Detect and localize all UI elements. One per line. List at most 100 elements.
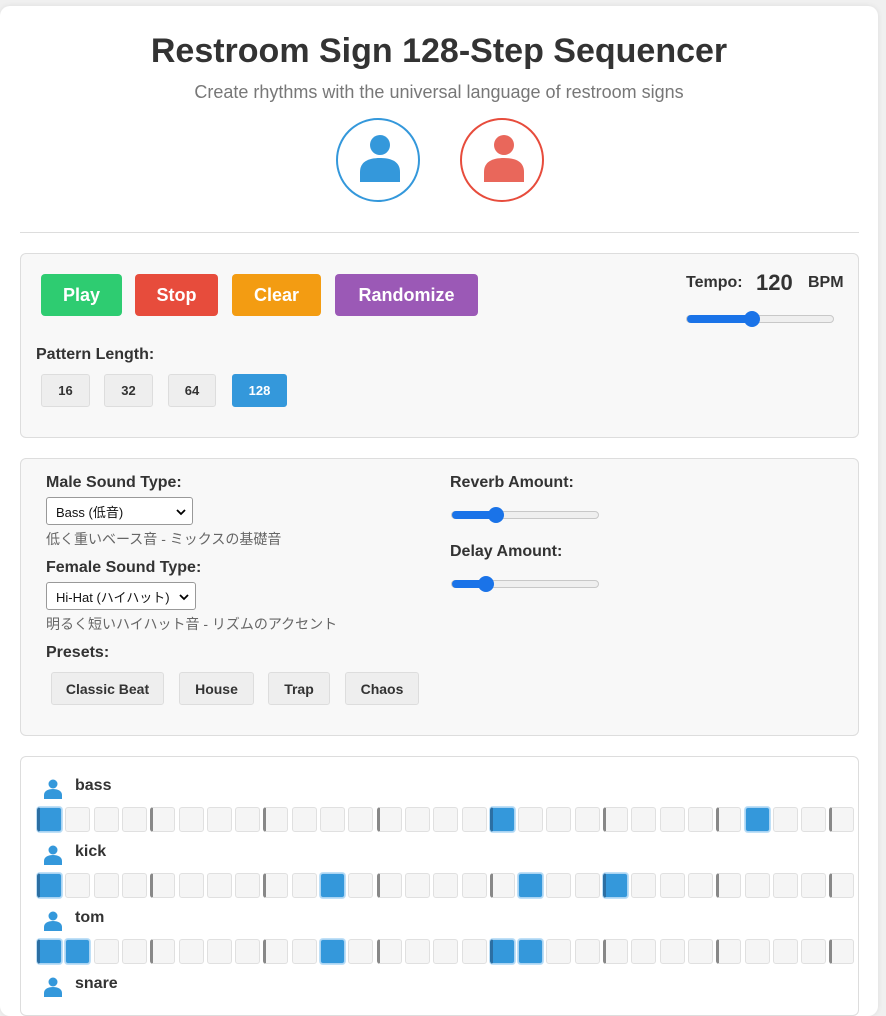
step-cell[interactable] xyxy=(348,807,373,832)
step-cell[interactable] xyxy=(631,939,656,964)
step-cell[interactable] xyxy=(235,939,260,964)
delay-slider[interactable] xyxy=(451,576,599,592)
step-cell[interactable] xyxy=(94,873,119,898)
female-sign-button[interactable] xyxy=(460,118,544,202)
tempo-slider[interactable] xyxy=(686,311,834,327)
reverb-slider-thumb[interactable] xyxy=(488,507,504,523)
step-cell[interactable] xyxy=(829,939,854,964)
step-cell[interactable] xyxy=(490,873,515,898)
male-sound-select[interactable]: Bass (低音) xyxy=(46,497,193,525)
step-cell[interactable] xyxy=(745,873,770,898)
step-cell[interactable] xyxy=(179,807,204,832)
step-cell[interactable] xyxy=(320,873,345,898)
step-cell[interactable] xyxy=(490,807,515,832)
step-cell[interactable] xyxy=(688,807,713,832)
clear-button[interactable]: Clear xyxy=(232,274,321,316)
step-cell[interactable] xyxy=(518,873,543,898)
step-cell[interactable] xyxy=(37,873,62,898)
step-cell[interactable] xyxy=(179,939,204,964)
step-cell[interactable] xyxy=(37,807,62,832)
step-cell[interactable] xyxy=(546,807,571,832)
preset-house-button[interactable]: House xyxy=(179,672,254,705)
randomize-button[interactable]: Randomize xyxy=(335,274,478,316)
step-cell[interactable] xyxy=(433,873,458,898)
delay-slider-thumb[interactable] xyxy=(478,576,494,592)
step-cell[interactable] xyxy=(603,807,628,832)
step-cell[interactable] xyxy=(575,807,600,832)
step-cell[interactable] xyxy=(405,939,430,964)
step-cell[interactable] xyxy=(377,807,402,832)
step-cell[interactable] xyxy=(518,807,543,832)
stop-button[interactable]: Stop xyxy=(135,274,218,316)
step-cell[interactable] xyxy=(801,873,826,898)
step-cell[interactable] xyxy=(716,807,741,832)
step-cell[interactable] xyxy=(575,939,600,964)
step-cell[interactable] xyxy=(660,939,685,964)
male-sign-button[interactable] xyxy=(336,118,420,202)
step-cell[interactable] xyxy=(716,873,741,898)
step-cell[interactable] xyxy=(320,939,345,964)
step-cell[interactable] xyxy=(773,939,798,964)
step-cell[interactable] xyxy=(207,807,232,832)
step-cell[interactable] xyxy=(773,873,798,898)
preset-trap-button[interactable]: Trap xyxy=(268,672,330,705)
step-cell[interactable] xyxy=(37,939,62,964)
step-cell[interactable] xyxy=(292,873,317,898)
step-cell[interactable] xyxy=(462,807,487,832)
step-cell[interactable] xyxy=(150,807,175,832)
step-cell[interactable] xyxy=(235,807,260,832)
step-cell[interactable] xyxy=(829,873,854,898)
step-cell[interactable] xyxy=(801,807,826,832)
step-cell[interactable] xyxy=(122,939,147,964)
step-cell[interactable] xyxy=(603,939,628,964)
step-cell[interactable] xyxy=(263,873,288,898)
step-cell[interactable] xyxy=(377,939,402,964)
step-cell[interactable] xyxy=(631,873,656,898)
step-cell[interactable] xyxy=(263,807,288,832)
step-cell[interactable] xyxy=(94,807,119,832)
length-64-button[interactable]: 64 xyxy=(168,374,216,407)
step-cell[interactable] xyxy=(829,807,854,832)
step-cell[interactable] xyxy=(65,807,90,832)
step-cell[interactable] xyxy=(546,873,571,898)
preset-chaos-button[interactable]: Chaos xyxy=(345,672,419,705)
step-cell[interactable] xyxy=(773,807,798,832)
step-cell[interactable] xyxy=(631,807,656,832)
length-32-button[interactable]: 32 xyxy=(104,374,153,407)
female-sound-select[interactable]: Hi-Hat (ハイハット) xyxy=(46,582,196,610)
step-cell[interactable] xyxy=(462,873,487,898)
step-cell[interactable] xyxy=(688,939,713,964)
step-cell[interactable] xyxy=(433,939,458,964)
step-cell[interactable] xyxy=(377,873,402,898)
step-cell[interactable] xyxy=(575,873,600,898)
length-16-button[interactable]: 16 xyxy=(41,374,90,407)
step-cell[interactable] xyxy=(688,873,713,898)
play-button[interactable]: Play xyxy=(41,274,122,316)
step-cell[interactable] xyxy=(433,807,458,832)
step-cell[interactable] xyxy=(150,873,175,898)
step-cell[interactable] xyxy=(207,873,232,898)
step-cell[interactable] xyxy=(235,873,260,898)
preset-classic-beat-button[interactable]: Classic Beat xyxy=(51,672,164,705)
step-cell[interactable] xyxy=(745,807,770,832)
step-cell[interactable] xyxy=(660,807,685,832)
length-128-button[interactable]: 128 xyxy=(232,374,287,407)
reverb-slider[interactable] xyxy=(451,507,599,523)
step-cell[interactable] xyxy=(716,939,741,964)
step-cell[interactable] xyxy=(801,939,826,964)
step-cell[interactable] xyxy=(150,939,175,964)
step-cell[interactable] xyxy=(405,873,430,898)
step-cell[interactable] xyxy=(292,807,317,832)
step-cell[interactable] xyxy=(65,873,90,898)
step-cell[interactable] xyxy=(207,939,232,964)
tempo-slider-thumb[interactable] xyxy=(744,311,760,327)
step-cell[interactable] xyxy=(405,807,430,832)
step-cell[interactable] xyxy=(122,807,147,832)
step-cell[interactable] xyxy=(490,939,515,964)
step-cell[interactable] xyxy=(94,939,119,964)
step-cell[interactable] xyxy=(122,873,147,898)
step-cell[interactable] xyxy=(348,939,373,964)
step-cell[interactable] xyxy=(660,873,685,898)
step-cell[interactable] xyxy=(320,807,345,832)
step-cell[interactable] xyxy=(292,939,317,964)
